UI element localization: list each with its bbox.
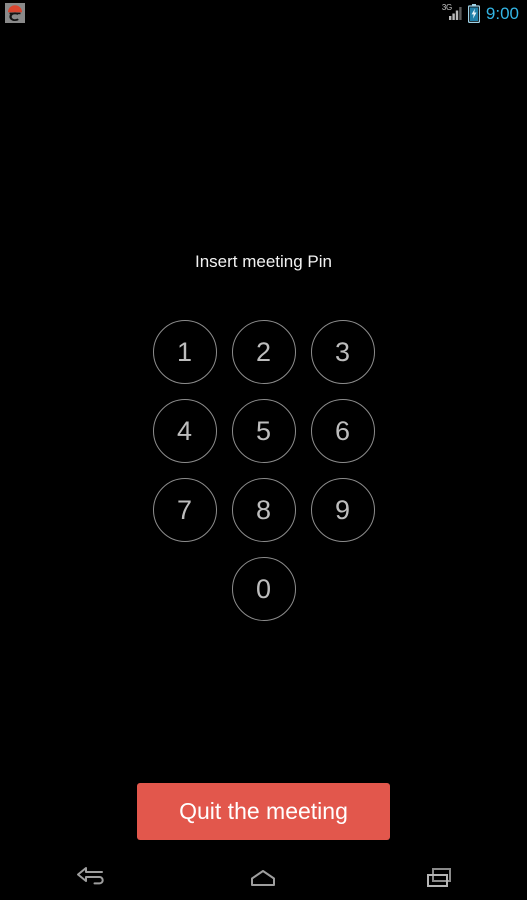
page-title: Insert meeting Pin xyxy=(194,252,332,271)
keypad-row: 7 8 9 xyxy=(0,478,527,542)
keypad-key-1[interactable]: 1 xyxy=(152,320,217,384)
keypad-key-6[interactable]: 6 xyxy=(310,399,375,463)
keypad-key-0[interactable]: 0 xyxy=(231,557,296,621)
android-navigation-bar xyxy=(0,855,527,900)
keypad-key-2[interactable]: 2 xyxy=(231,320,296,384)
back-arrow-icon xyxy=(76,866,104,884)
keypad-row: 1 2 3 xyxy=(0,320,527,384)
keypad-key-8[interactable]: 8 xyxy=(231,478,296,542)
keypad-spacer-left xyxy=(153,557,217,621)
app-notification-icon xyxy=(5,3,25,23)
nav-recents-button[interactable] xyxy=(351,855,527,900)
pin-entry-screen: Insert meeting Pin 1 2 3 4 5 6 7 8 9 0 Q… xyxy=(0,26,527,855)
keypad-row: 4 5 6 xyxy=(0,399,527,463)
keypad-key-5[interactable]: 5 xyxy=(231,399,296,463)
device-screen: 3G 9:00 Insert meeting Pin 1 2 3 4 5 6 7… xyxy=(0,0,527,900)
status-clock: 9:00 xyxy=(485,3,519,23)
status-icons-group: 3G 9:00 xyxy=(442,0,519,26)
quit-meeting-button[interactable]: Quit the meeting xyxy=(137,783,390,840)
home-icon xyxy=(251,869,276,886)
nav-home-button[interactable] xyxy=(176,855,352,900)
recent-apps-icon xyxy=(426,867,451,887)
nav-back-button[interactable] xyxy=(0,855,176,900)
keypad-key-9[interactable]: 9 xyxy=(310,478,375,542)
keypad-row: 0 xyxy=(0,557,527,621)
keypad-spacer-right xyxy=(311,557,375,621)
keypad-key-7[interactable]: 7 xyxy=(152,478,217,542)
battery-charging-icon xyxy=(467,3,480,23)
status-bar: 3G 9:00 xyxy=(0,0,527,26)
keypad-key-4[interactable]: 4 xyxy=(152,399,217,463)
keypad-key-3[interactable]: 3 xyxy=(310,320,375,384)
pin-keypad: 1 2 3 4 5 6 7 8 9 0 xyxy=(0,320,527,621)
signal-bars-icon: 3G xyxy=(442,3,464,23)
